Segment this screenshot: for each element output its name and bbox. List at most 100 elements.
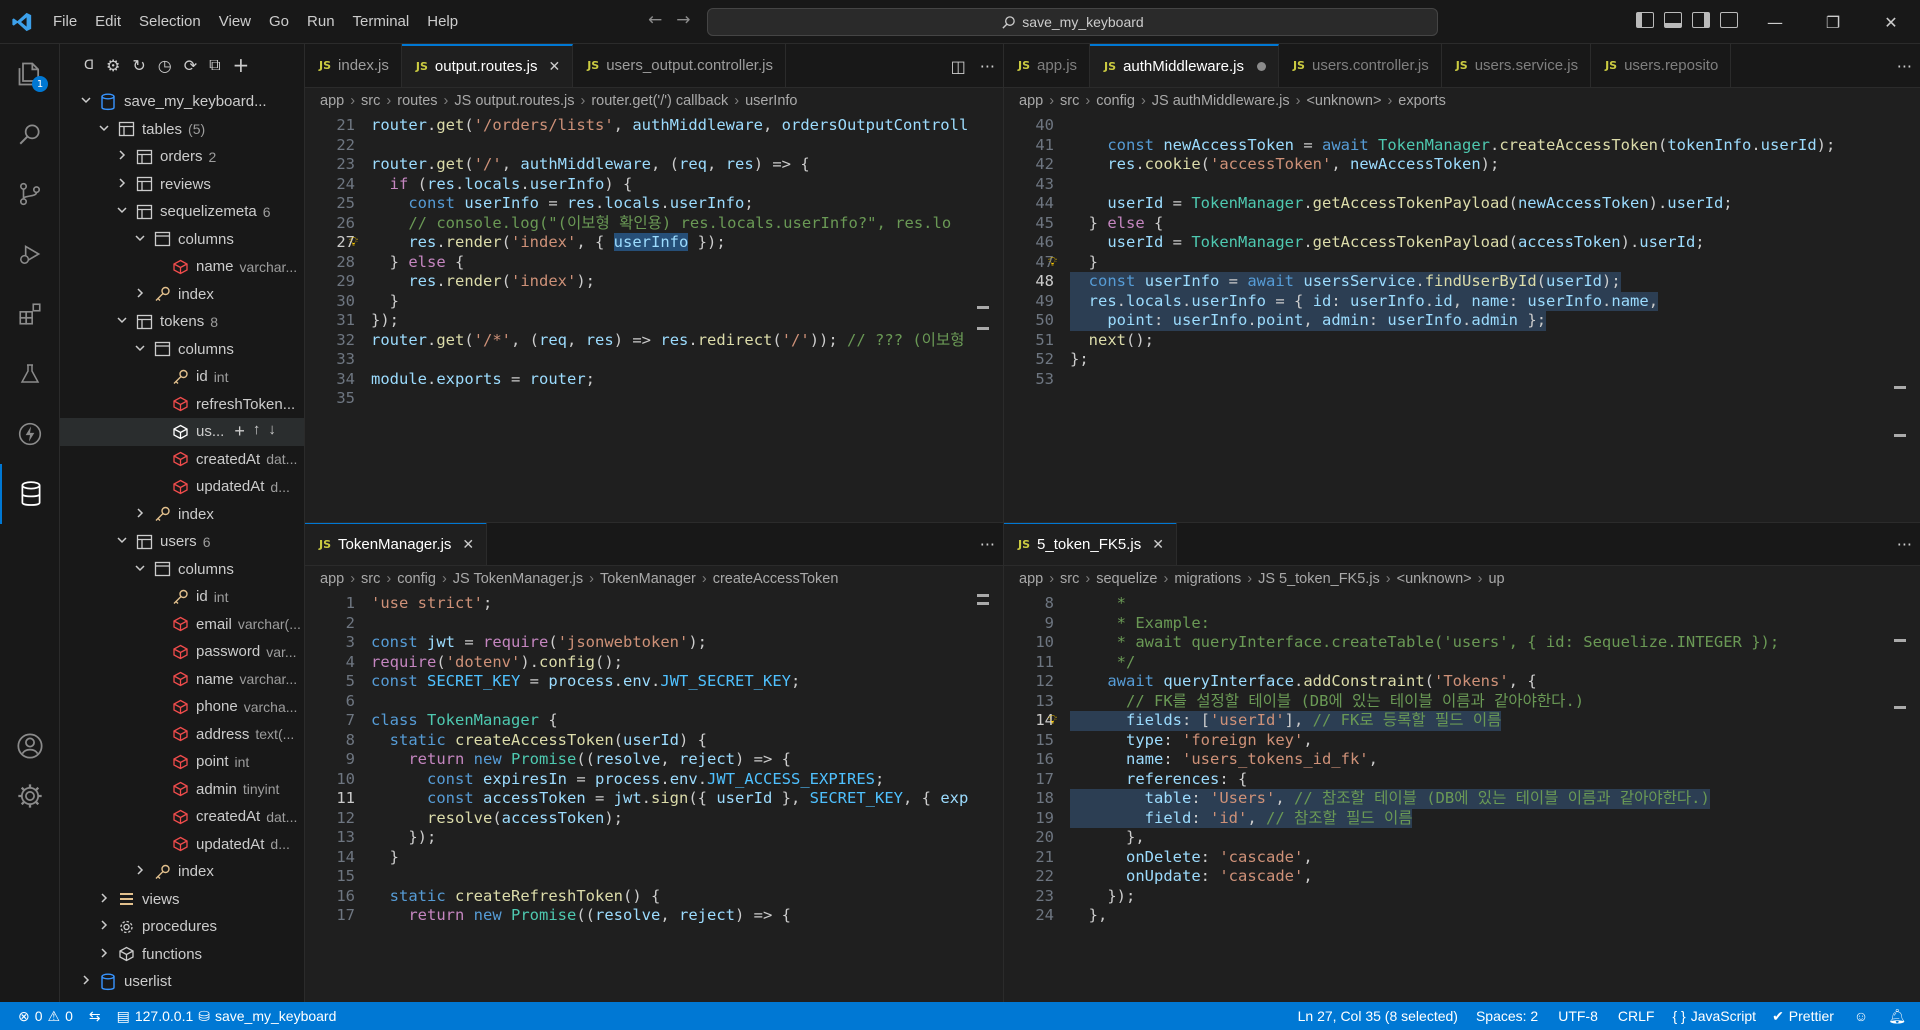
code-line[interactable]: 29 res.render('index'); — [305, 272, 1003, 292]
code-line[interactable]: 8 static createAccessToken(userId) { — [305, 731, 1003, 751]
code-line[interactable]: 24 }, — [1004, 906, 1920, 926]
code-line[interactable]: 13 }); — [305, 828, 1003, 848]
source-control-icon[interactable] — [0, 164, 60, 224]
tree-item[interactable]: name varchar... — [60, 253, 304, 281]
restore-icon[interactable]: ❐ — [1804, 0, 1862, 44]
menu-edit[interactable]: Edit — [86, 13, 130, 30]
tree-item[interactable]: index — [60, 501, 304, 529]
chevron-down-icon[interactable] — [132, 232, 148, 247]
customize-layout-icon[interactable] — [1720, 12, 1738, 28]
code-line[interactable]: 9 * Example: — [1004, 614, 1920, 634]
tree-item[interactable]: userlist — [60, 968, 304, 996]
code-line[interactable]: 11 const accessToken = jwt.sign({ userId… — [305, 789, 1003, 809]
breadcrumb-item[interactable]: app — [1019, 93, 1043, 109]
code-line[interactable]: 17 references: { — [1004, 770, 1920, 790]
indentation[interactable]: Spaces: 2 — [1466, 1008, 1548, 1024]
code-line[interactable]: 19 field: 'id', // 참조할 필드 이름 — [1004, 808, 1920, 828]
breadcrumb-item[interactable]: app — [320, 571, 344, 587]
code-line[interactable]: 8 * — [1004, 594, 1920, 614]
code-line[interactable]: 33 — [305, 350, 1003, 370]
reload-icon[interactable]: ⟳ — [184, 56, 197, 75]
close-window-icon[interactable]: ✕ — [1862, 0, 1920, 44]
code-line[interactable]: 53 — [1004, 370, 1920, 390]
chevron-down-icon[interactable] — [114, 314, 130, 329]
code-line[interactable]: 18 table: 'Users', // 참조할 테이블 (DB에 있는 테이… — [1004, 789, 1920, 809]
testing-flask-icon[interactable] — [0, 344, 60, 404]
breadcrumb-item[interactable]: userInfo — [745, 93, 797, 109]
encoding[interactable]: UTF-8 — [1548, 1008, 1608, 1024]
breadcrumb-item[interactable]: migrations — [1174, 571, 1241, 587]
tree-item[interactable]: createdAt dat... — [60, 446, 304, 474]
code-line[interactable]: 22 — [305, 136, 1003, 156]
lightbulb-icon[interactable]: 💡︎ — [1048, 711, 1057, 731]
breadcrumb-item[interactable]: JS authMiddleware.js — [1152, 93, 1290, 109]
more-actions-icon[interactable]: ··· — [980, 535, 995, 554]
code-line[interactable]: 12 await queryInterface.addConstraint('T… — [1004, 672, 1920, 692]
code-line[interactable]: 26 // console.log("(이보형 확인용) res.locals.… — [305, 214, 1003, 234]
minimize-icon[interactable]: — — [1746, 0, 1804, 44]
tree-item[interactable]: us... + ↑ ↓ — [60, 418, 304, 446]
history-icon[interactable]: ◷ — [158, 56, 172, 75]
lightbulb-icon[interactable]: 💡︎ — [1048, 253, 1057, 273]
tree-item[interactable]: tokens 8 — [60, 308, 304, 336]
code-line[interactable]: 2 — [305, 614, 1003, 634]
code-editor[interactable]: 40 41 const newAccessToken = await TokenM… — [1004, 116, 1920, 523]
search-view-icon[interactable] — [0, 104, 60, 164]
breadcrumb-item[interactable]: src — [1060, 93, 1079, 109]
chevron-right-icon[interactable] — [78, 974, 94, 989]
code-line[interactable]: 3 const jwt = require('jsonwebtoken'); — [305, 633, 1003, 653]
back-arrow-icon[interactable]: ← — [648, 10, 662, 30]
tree-item[interactable]: id int — [60, 583, 304, 611]
code-line[interactable]: 28 } else { — [305, 253, 1003, 273]
tree-item[interactable]: password var... — [60, 638, 304, 666]
code-line[interactable]: 14 💡︎ fields: ['userId'], // FK로 등록할 필드 이… — [1004, 711, 1920, 731]
code-line[interactable]: 49 res.locals.userInfo = { id: userInfo.… — [1004, 291, 1920, 311]
toggle-primary-sidebar-icon[interactable] — [1636, 12, 1654, 28]
cursor-position[interactable]: Ln 27, Col 35 (8 selected) — [1290, 1008, 1466, 1024]
tree-item[interactable]: refreshToken... — [60, 391, 304, 419]
code-line[interactable]: 15 — [305, 867, 1003, 887]
lightbulb-icon[interactable]: 💡︎ — [349, 233, 358, 253]
code-line[interactable]: 45 } else { — [1004, 214, 1920, 234]
menu-file[interactable]: File — [44, 13, 86, 30]
code-line[interactable]: 16 static createRefreshToken() { — [305, 887, 1003, 907]
breadcrumb-item[interactable]: up — [1488, 571, 1504, 587]
code-line[interactable]: 22 onUpdate: 'cascade', — [1004, 867, 1920, 887]
tree-item[interactable]: updatedAt d... — [60, 473, 304, 501]
breadcrumb-item[interactable]: sequelize — [1096, 571, 1157, 587]
tree-item[interactable]: createdAt dat... — [60, 803, 304, 831]
tree-item[interactable]: sequelizemeta 6 — [60, 198, 304, 226]
code-line[interactable]: 6 — [305, 692, 1003, 712]
code-line[interactable]: 23 router.get('/', authMiddleware, (req, … — [305, 155, 1003, 175]
tab-app-js[interactable]: JS app.js — [1004, 44, 1091, 87]
notifications-bell-icon[interactable]: 🔔︎ — [1880, 1008, 1920, 1025]
tree-item[interactable]: views — [60, 886, 304, 914]
code-line[interactable]: 20 }, — [1004, 828, 1920, 848]
manage-gear-icon[interactable] — [0, 766, 60, 826]
editor-split-vertical[interactable] — [1003, 44, 1004, 1002]
tree-item[interactable]: users 6 — [60, 528, 304, 556]
db-connection-status[interactable]: ▤ 127.0.0.1 ⛁ save_my_keyboard — [109, 1008, 345, 1025]
code-line[interactable]: 21 onDelete: 'cascade', — [1004, 848, 1920, 868]
command-center-search[interactable]: save_my_keyboard — [707, 8, 1438, 36]
tab-output-routes-js[interactable]: JS output.routes.js ✕ — [401, 44, 574, 87]
chevron-right-icon[interactable] — [132, 864, 148, 879]
code-line[interactable]: 47 💡︎ } — [1004, 253, 1920, 273]
code-line[interactable]: 51 next(); — [1004, 331, 1920, 351]
code-line[interactable]: 35 — [305, 389, 1003, 409]
thunder-client-icon[interactable] — [0, 404, 60, 464]
split-editor-icon[interactable]: ◫ — [951, 57, 966, 76]
tree-item[interactable]: email varchar(... — [60, 611, 304, 639]
tab-authmiddleware-js[interactable]: JS authMiddleware.js — [1090, 44, 1279, 87]
code-editor[interactable]: 21 router.get('/orders/lists', authMiddle… — [305, 116, 1003, 523]
tree-item[interactable]: reviews — [60, 171, 304, 199]
code-line[interactable]: 44 userId = TokenManager.getAccessTokenP… — [1004, 194, 1920, 214]
toggle-secondary-sidebar-icon[interactable] — [1692, 12, 1710, 28]
code-line[interactable]: 25 const userInfo = res.locals.userInfo; — [305, 194, 1003, 214]
code-line[interactable]: 11 */ — [1004, 653, 1920, 673]
editor-split-horizontal[interactable] — [305, 522, 1920, 523]
breadcrumb-item[interactable]: app — [320, 93, 344, 109]
language-mode[interactable]: { } JavaScript — [1664, 1008, 1764, 1024]
code-line[interactable]: 12 resolve(accessToken); — [305, 809, 1003, 829]
tab-tokenmanager-js[interactable]: JS TokenManager.js ✕ — [305, 522, 488, 565]
